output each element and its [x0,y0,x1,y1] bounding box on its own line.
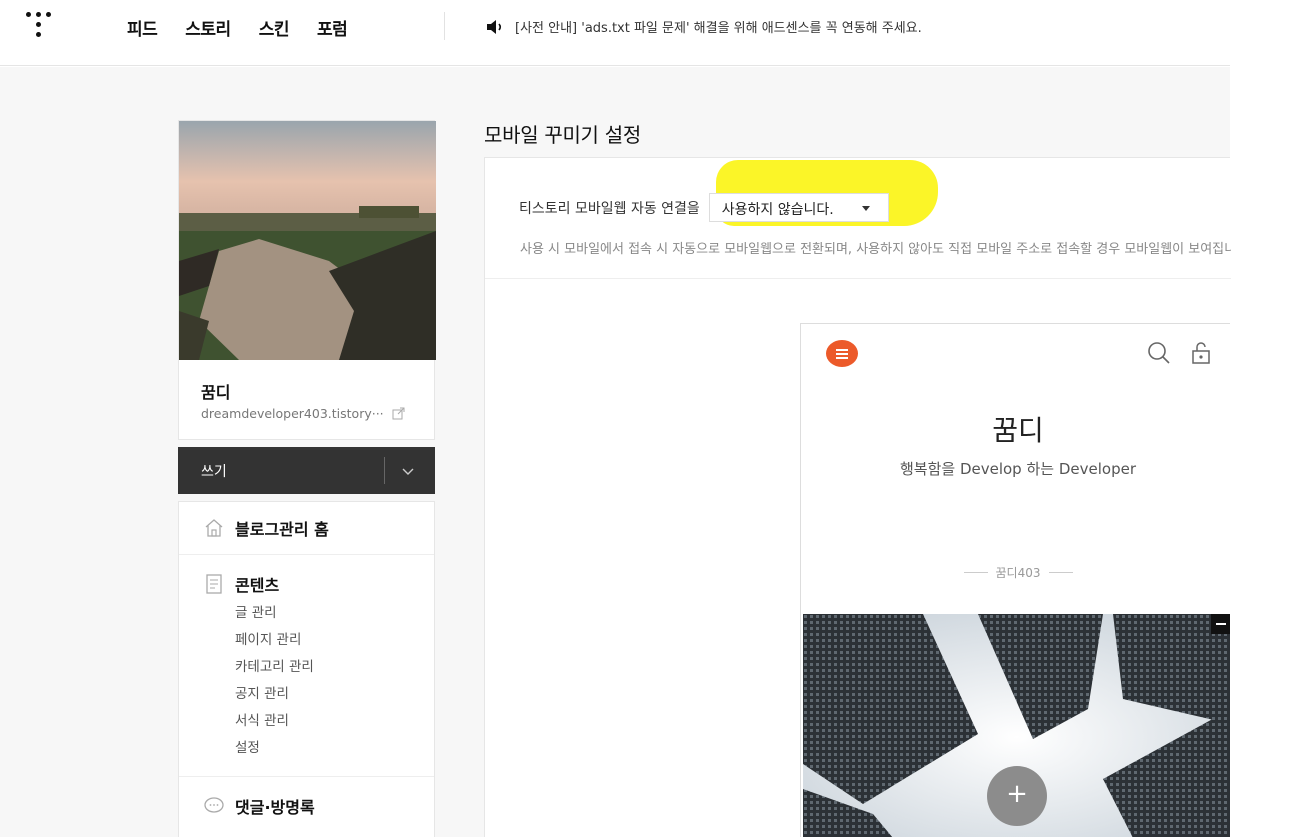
unlock-icon[interactable] [1190,341,1212,365]
menu-comments-label: 댓글·방명록 [235,798,315,817]
nav-divider [444,12,445,40]
help-text: 사용 시 모바일에서 접속 시 자동으로 모바일웹으로 전환되며, 사용하지 않… [520,242,1231,257]
write-post-bar: 쓰기 [178,447,435,494]
auto-connect-label: 티스토리 모바일웹 자동 연결을 [519,200,700,217]
auto-connect-setting: 티스토리 모바일웹 자동 연결을 사용하지 않습니다. [519,193,889,222]
add-button[interactable]: + [987,766,1047,826]
speech-bubble-icon [204,797,224,813]
notice-banner[interactable]: [사전 안내] 'ads.txt 파일 문제' 해결을 위해 애드센스를 꼭 연… [486,17,922,36]
submenu-notice-manage[interactable]: 공지 관리 [235,681,434,708]
notice-text: [사전 안내] 'ads.txt 파일 문제' 해결을 위해 애드센스를 꼭 연… [515,21,922,36]
search-icon[interactable] [1146,340,1172,366]
menu-section-comments: 댓글·방명록 [179,777,434,837]
submenu-category-manage[interactable]: 카테고리 관리 [235,654,434,681]
nav-skin[interactable]: 스킨 [259,15,290,40]
auto-connect-select[interactable]: 사용하지 않습니다. [708,193,889,222]
write-divider [384,457,385,484]
window-margin [1230,0,1307,837]
speaker-icon [486,19,506,35]
content-submenu: 글 관리 페이지 관리 카테고리 관리 공지 관리 서식 관리 설정 [179,596,434,762]
blog-cover-image [179,121,436,360]
nav-forum[interactable]: 포럼 [317,15,348,40]
menu-icon[interactable] [826,340,858,367]
mobile-preview: 꿈디 행복함을 Develop 하는 Developer 꿈디403 + [800,323,1230,837]
main-nav: 피드 스토리 스킨 포럼 [127,15,348,40]
menu-content-label: 콘텐츠 [235,576,280,595]
caret-down-icon [861,206,870,211]
submenu-post-manage[interactable]: 글 관리 [235,600,434,627]
document-icon [206,574,222,594]
top-navigation-bar: 피드 스토리 스킨 포럼 [사전 안내] 'ads.txt 파일 문제' 해결을… [0,0,1230,66]
settings-divider [485,278,1231,279]
page-title: 모바일 꾸미기 설정 [484,123,641,147]
blog-admin-menu: 블로그관리 홈 콘텐츠 글 관리 페이지 관리 카테고리 관리 공지 관리 서식… [178,501,435,837]
collapse-icon[interactable] [1211,614,1230,634]
menu-section-content: 콘텐츠 글 관리 페이지 관리 카테고리 관리 공지 관리 서식 관리 설정 [179,555,434,777]
preview-author-name: 꿈디403 [995,566,1041,580]
preview-blog-description: 행복함을 Develop 하는 Developer [899,460,1136,478]
chevron-down-icon[interactable] [400,464,416,478]
nav-feed[interactable]: 피드 [127,15,158,40]
home-icon [205,519,223,537]
blog-profile-card: 꿈디 dreamdeveloper403.tistory··· [178,120,436,440]
blog-name: 꿈디 [201,383,231,402]
blog-url-text: dreamdeveloper403.tistory··· [201,406,384,421]
preview-author: 꿈디403 [801,564,1230,581]
tistory-logo-icon[interactable] [26,12,56,42]
submenu-page-manage[interactable]: 페이지 관리 [235,627,434,654]
select-value: 사용하지 않습니다. [721,202,834,218]
menu-home[interactable]: 블로그관리 홈 [179,502,434,540]
nav-story[interactable]: 스토리 [185,15,231,40]
blog-url-link[interactable]: dreamdeveloper403.tistory··· [201,406,405,421]
menu-home-label: 블로그관리 홈 [235,520,329,539]
write-button[interactable]: 쓰기 [201,461,227,481]
external-link-icon [392,407,405,420]
submenu-template-manage[interactable]: 서식 관리 [235,708,434,735]
menu-content[interactable]: 콘텐츠 [179,555,434,596]
preview-blog-title: 꿈디 [992,414,1044,447]
menu-section-home: 블로그관리 홈 [179,502,434,555]
menu-comments[interactable]: 댓글·방명록 [179,777,434,818]
submenu-settings[interactable]: 설정 [235,735,434,762]
